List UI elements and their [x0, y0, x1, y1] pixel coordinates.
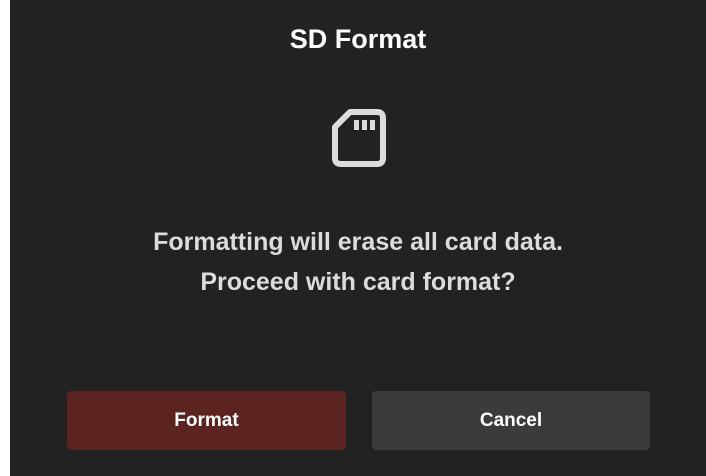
- cancel-button[interactable]: Cancel: [372, 391, 650, 450]
- sd-card-icon: [331, 108, 387, 168]
- message-line-1: Formatting will erase all card data.: [153, 228, 563, 256]
- format-button[interactable]: Format: [67, 391, 346, 450]
- dialog-title: SD Format: [289, 24, 427, 54]
- sd-format-dialog: SD Format Formatting will erase all card…: [10, 0, 706, 476]
- message-line-2: Proceed with card format?: [200, 268, 516, 296]
- warning-message: Formatting will erase all card data. Pro…: [10, 222, 706, 302]
